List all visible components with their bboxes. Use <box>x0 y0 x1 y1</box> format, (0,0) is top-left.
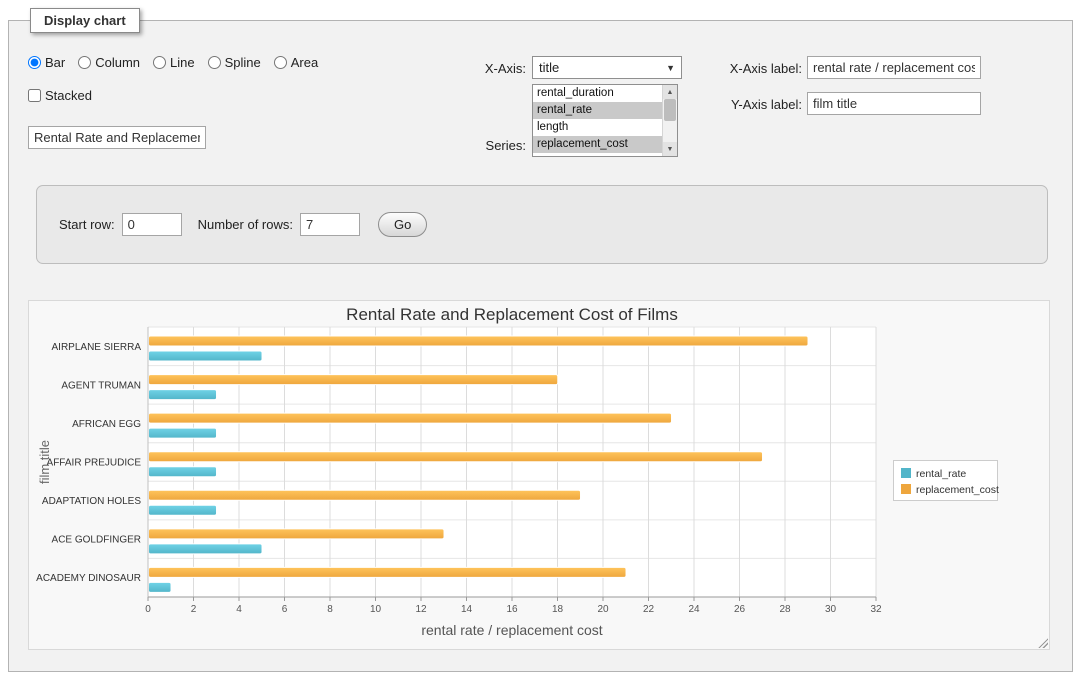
chart-type-radio-group: Bar Column Line Spline Area <box>28 55 318 70</box>
x-axis-label-input[interactable] <box>807 56 981 79</box>
fieldset-legend: Display chart <box>30 8 140 33</box>
svg-text:6: 6 <box>282 604 288 615</box>
stacked-checkbox[interactable] <box>28 89 41 102</box>
resize-grip-icon[interactable] <box>1037 637 1048 648</box>
start-row-input[interactable] <box>122 213 182 236</box>
chart-title-input[interactable] <box>28 126 206 149</box>
app-screen: Display chart Bar Column Line Spline Area St… <box>0 0 1081 681</box>
y-axis-label-input[interactable] <box>807 92 981 115</box>
rows-panel: Start row: Number of rows: Go <box>36 185 1048 264</box>
svg-text:12: 12 <box>415 604 427 615</box>
x-axis-label-caption: X-Axis label: <box>703 61 802 76</box>
radio-label: Area <box>291 55 318 70</box>
scroll-down-icon[interactable]: ▼ <box>663 142 677 156</box>
number-of-rows-label: Number of rows: <box>198 217 293 232</box>
x-axis-select[interactable]: title ▼ <box>532 56 682 79</box>
svg-text:30: 30 <box>825 604 837 615</box>
svg-text:14: 14 <box>461 604 473 615</box>
svg-text:22: 22 <box>643 604 655 615</box>
svg-text:AFRICAN EGG: AFRICAN EGG <box>72 419 141 430</box>
chart-container: 02468101214161820222426283032AIRPLANE SI… <box>28 300 1050 650</box>
svg-text:10: 10 <box>370 604 382 615</box>
svg-text:24: 24 <box>688 604 700 615</box>
svg-text:4: 4 <box>236 604 242 615</box>
series-option-length[interactable]: length <box>533 119 662 136</box>
chart-type-radio-area[interactable]: Area <box>274 55 318 70</box>
svg-text:26: 26 <box>734 604 746 615</box>
svg-text:8: 8 <box>327 604 333 615</box>
radio-spline[interactable] <box>208 56 221 69</box>
svg-text:rental_rate: rental_rate <box>916 468 966 480</box>
series-options: rental_durationrental_ratelengthreplacem… <box>533 85 662 156</box>
go-button[interactable]: Go <box>378 212 427 237</box>
svg-text:rental rate / replacement cost: rental rate / replacement cost <box>421 622 602 638</box>
scroll-up-icon[interactable]: ▲ <box>663 85 677 99</box>
svg-text:AFFAIR PREJUDICE: AFFAIR PREJUDICE <box>47 458 142 469</box>
radio-column[interactable] <box>78 56 91 69</box>
x-axis-label: X-Axis: <box>430 61 526 76</box>
radio-label: Spline <box>225 55 261 70</box>
radio-label: Column <box>95 55 140 70</box>
chart-type-radio-line[interactable]: Line <box>153 55 195 70</box>
series-option-replacement_cost[interactable]: replacement_cost <box>533 136 662 153</box>
chart-type-radio-spline[interactable]: Spline <box>208 55 261 70</box>
svg-text:18: 18 <box>552 604 564 615</box>
svg-text:16: 16 <box>506 604 518 615</box>
svg-text:ACE GOLDFINGER: ACE GOLDFINGER <box>52 535 141 546</box>
chevron-down-icon: ▼ <box>666 63 675 73</box>
svg-text:Rental Rate and Replacement Co: Rental Rate and Replacement Cost of Film… <box>346 305 678 324</box>
chart-type-radio-column[interactable]: Column <box>78 55 140 70</box>
radio-area[interactable] <box>274 56 287 69</box>
number-of-rows-input[interactable] <box>300 213 360 236</box>
listbox-scrollbar[interactable]: ▲ ▼ <box>662 85 677 156</box>
series-option-rental_duration[interactable]: rental_duration <box>533 85 662 102</box>
radio-label: Line <box>170 55 195 70</box>
stacked-checkbox-row[interactable]: Stacked <box>28 88 92 103</box>
svg-text:ACADEMY DINOSAUR: ACADEMY DINOSAUR <box>36 573 141 584</box>
svg-text:AIRPLANE SIERRA: AIRPLANE SIERRA <box>52 342 142 353</box>
series-label: Series: <box>430 138 526 153</box>
svg-text:32: 32 <box>870 604 882 615</box>
stacked-label: Stacked <box>45 88 92 103</box>
svg-text:AGENT TRUMAN: AGENT TRUMAN <box>61 380 141 391</box>
svg-text:replacement_cost: replacement_cost <box>916 484 999 496</box>
scrollbar-thumb[interactable] <box>664 99 676 121</box>
svg-text:28: 28 <box>779 604 791 615</box>
radio-bar[interactable] <box>28 56 41 69</box>
x-axis-selected-value: title <box>539 60 666 75</box>
start-row-label: Start row: <box>59 217 115 232</box>
radio-line[interactable] <box>153 56 166 69</box>
radio-label: Bar <box>45 55 65 70</box>
chart-type-radio-bar[interactable]: Bar <box>28 55 65 70</box>
svg-text:0: 0 <box>145 604 151 615</box>
bar-chart: 02468101214161820222426283032AIRPLANE SI… <box>29 301 1049 649</box>
svg-text:film title: film title <box>37 440 52 484</box>
series-listbox[interactable]: rental_durationrental_ratelengthreplacem… <box>532 84 678 157</box>
svg-text:2: 2 <box>191 604 197 615</box>
svg-text:20: 20 <box>597 604 609 615</box>
series-option-rental_rate[interactable]: rental_rate <box>533 102 662 119</box>
svg-text:ADAPTATION HOLES: ADAPTATION HOLES <box>42 496 141 507</box>
y-axis-label-caption: Y-Axis label: <box>703 97 802 112</box>
